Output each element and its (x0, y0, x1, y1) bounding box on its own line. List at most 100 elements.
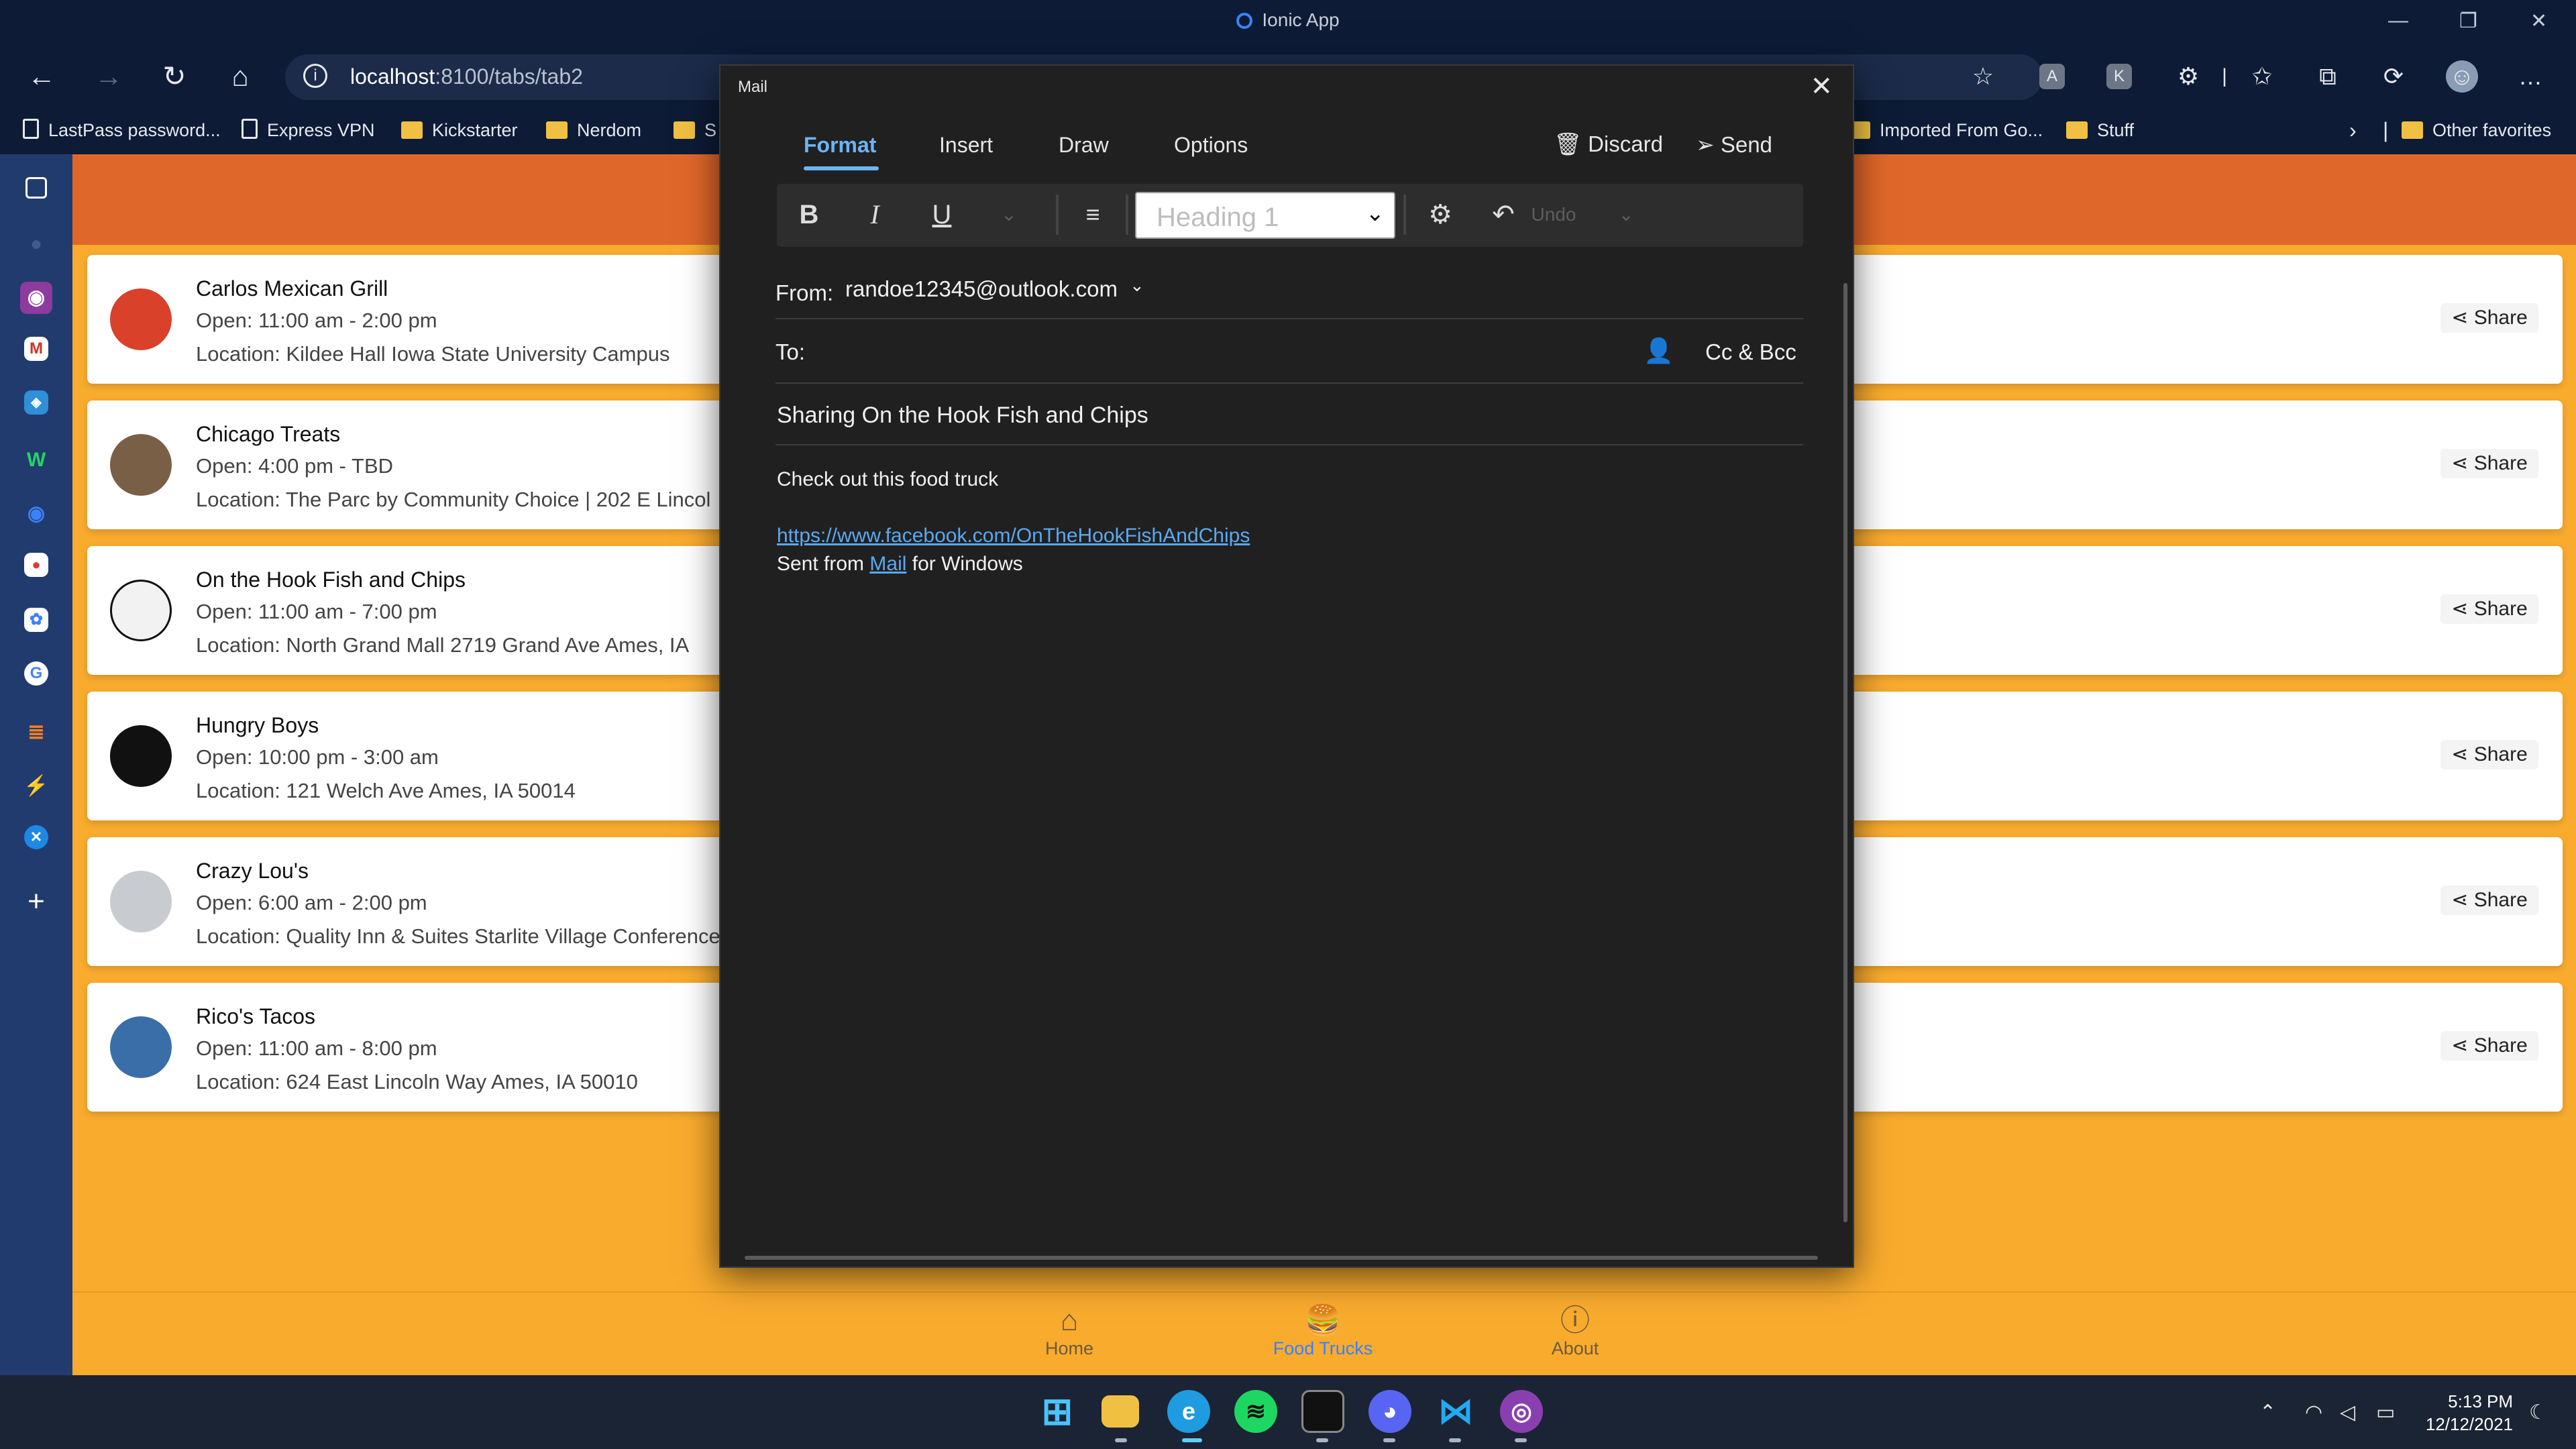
vscode-icon[interactable]: ⋈ (1434, 1390, 1477, 1433)
github-sidebar-icon[interactable]: ● (20, 228, 52, 260)
gmail-icon[interactable]: M (24, 337, 48, 361)
heading-style-select[interactable]: Heading 1 ⌄ (1135, 192, 1395, 239)
truck-name: Rico's Tacos (196, 1004, 316, 1028)
volume-icon[interactable]: ◁ (2340, 1401, 2355, 1424)
subject-field[interactable]: Sharing On the Hook Fish and Chips (775, 384, 1803, 445)
favorite-lastpass[interactable]: LastPass password... (23, 115, 221, 145)
favorite-kickstarter[interactable]: Kickstarter (401, 115, 518, 145)
share-button[interactable]: ⋖ Share (2440, 1031, 2538, 1061)
share-button[interactable]: ⋖ Share (2440, 885, 2538, 915)
maximize-button[interactable]: ❐ (2459, 9, 2477, 33)
favorite-imported[interactable]: Imported From Go... (1849, 115, 2043, 145)
ionic-alt-icon[interactable]: ◉ (20, 498, 52, 530)
message-body-text[interactable]: Check out this food truck (777, 468, 998, 491)
favorites-overflow-chevron-icon[interactable]: › (2349, 115, 2357, 145)
file-explorer-icon[interactable] (1102, 1395, 1139, 1428)
discard-button[interactable]: 🗑 Discard (1554, 131, 1663, 158)
settings-more-icon[interactable]: … (2514, 60, 2546, 93)
cc-bcc-button[interactable]: Cc & Bcc (1705, 339, 1796, 365)
tab-draw[interactable]: Draw (1059, 133, 1109, 158)
close-icon[interactable]: ✕ (1810, 71, 1833, 102)
favorite-other[interactable]: Other favorites (2402, 115, 2551, 145)
google-icon[interactable]: G (24, 661, 48, 686)
github-desktop-icon[interactable]: ◎ (1500, 1390, 1543, 1433)
extension-icon[interactable]: A (2039, 64, 2065, 89)
profile-avatar[interactable]: ☺ (2446, 60, 2478, 93)
notification-center-icon[interactable]: ☾ (2529, 1401, 2547, 1424)
tool-icon[interactable]: ⚡ (20, 770, 52, 802)
tab-format[interactable]: Format (804, 133, 876, 158)
message-link[interactable]: https://www.facebook.com/OnTheHookFishAn… (777, 525, 1250, 547)
stackoverflow-icon[interactable]: ≣ (20, 716, 52, 749)
bold-button[interactable]: B (790, 196, 828, 233)
performance-icon[interactable]: ⟳ (2377, 60, 2410, 93)
tab-home[interactable]: ⌂ Home (996, 1303, 1143, 1359)
subject-text[interactable]: Sharing On the Hook Fish and Chips (777, 402, 1148, 429)
share-button[interactable]: ⋖ Share (2440, 740, 2538, 769)
favorite-nerdom[interactable]: Nerdom (546, 115, 641, 145)
favorite-expressvpn[interactable]: Express VPN (241, 115, 375, 145)
send-label: Send (1720, 132, 1772, 157)
from-label: From: (775, 280, 834, 305)
tab-options[interactable]: Options (1174, 133, 1248, 158)
photos-icon[interactable]: ✿ (24, 608, 48, 632)
chevron-down-icon[interactable]: ⌄ (1130, 275, 1144, 296)
url-text[interactable]: localhost:8100/tabs/tab2 (350, 64, 583, 89)
collections-icon[interactable]: ⧉ (2312, 60, 2344, 93)
contact-person-icon[interactable]: 👤 (1644, 337, 1674, 365)
horizontal-scrollbar[interactable] (745, 1256, 1818, 1260)
record-icon[interactable]: ● (24, 553, 48, 577)
edge-browser-icon[interactable]: e (1167, 1390, 1210, 1433)
home-icon[interactable]: ⌂ (221, 58, 259, 95)
refresh-icon[interactable]: ↻ (156, 58, 193, 95)
favorites-icon[interactable]: ✩ (2246, 60, 2278, 93)
folder-icon (2402, 121, 2423, 139)
tab-insert[interactable]: Insert (939, 133, 993, 158)
system-clock[interactable]: 5:13 PM 12/12/2021 (2426, 1390, 2513, 1436)
from-address[interactable]: randoe12345@outlook.com (845, 276, 1118, 302)
discord-icon[interactable]: ◕ (1368, 1390, 1411, 1433)
minimize-button[interactable]: — (2388, 9, 2408, 32)
italic-button[interactable]: I (856, 196, 894, 233)
favorite-label: Nerdom (577, 120, 642, 140)
font-more-chevron-icon[interactable]: ⌄ (996, 196, 1022, 233)
ionic-sidebar-icon[interactable]: ◉ (20, 282, 52, 314)
styles-gear-icon[interactable]: ⚙ (1419, 196, 1461, 233)
tab-food-trucks[interactable]: 🍔 Food Trucks (1249, 1303, 1397, 1359)
signature-mail-link[interactable]: Mail (869, 553, 906, 575)
add-icon[interactable]: + (20, 885, 52, 918)
tab-about[interactable]: ⓘ About (1501, 1303, 1649, 1359)
share-button[interactable]: ⋖ Share (2440, 449, 2538, 478)
windows-start-icon[interactable]: ⊞ (1036, 1390, 1079, 1433)
add-favorite-icon[interactable]: ☆ (1967, 60, 1999, 93)
terminal-icon[interactable] (1301, 1390, 1344, 1433)
battery-icon[interactable]: ▭ (2376, 1401, 2395, 1424)
from-field[interactable]: From: randoe12345@outlook.com ⌄ (775, 255, 1803, 319)
extensions-icon[interactable]: ⚙ (2172, 60, 2204, 93)
share-button[interactable]: ⋖ Share (2440, 303, 2538, 333)
forward-icon[interactable]: → (90, 58, 127, 95)
w-sidebar-icon[interactable]: W (20, 444, 52, 476)
wifi-icon[interactable]: ◠ (2305, 1401, 2322, 1424)
site-info-icon[interactable]: i (303, 64, 327, 88)
folder-icon (2066, 121, 2088, 139)
undo-more-chevron-icon[interactable]: ⌄ (1613, 196, 1640, 233)
x-app-icon[interactable]: ✕ (24, 825, 48, 849)
undo-icon[interactable]: ↶ (1483, 196, 1524, 233)
back-icon[interactable]: ← (23, 58, 60, 95)
tab-label: Home (1044, 1338, 1094, 1358)
share-button[interactable]: ⋖ Share (2440, 594, 2538, 624)
to-field[interactable]: To: 👤 Cc & Bcc (775, 319, 1803, 384)
paragraph-format-icon[interactable]: ≡ (1072, 196, 1114, 233)
underline-button[interactable]: U (923, 196, 961, 233)
favorite-stuff[interactable]: Stuff (2066, 115, 2134, 145)
tab-actions-icon[interactable] (25, 177, 47, 199)
send-button[interactable]: ➢ Send (1696, 131, 1772, 158)
spotify-icon[interactable]: ≋ (1234, 1390, 1277, 1433)
favorite-s[interactable]: S (674, 115, 716, 145)
vertical-scrollbar[interactable] (1843, 283, 1847, 1222)
show-hidden-icons-chevron-icon[interactable]: ⌃ (2259, 1401, 2276, 1424)
close-window-button[interactable]: ✕ (2530, 9, 2547, 33)
extension-k-icon[interactable]: K (2106, 64, 2132, 89)
app-sidebar-icon[interactable]: ◈ (24, 390, 48, 415)
